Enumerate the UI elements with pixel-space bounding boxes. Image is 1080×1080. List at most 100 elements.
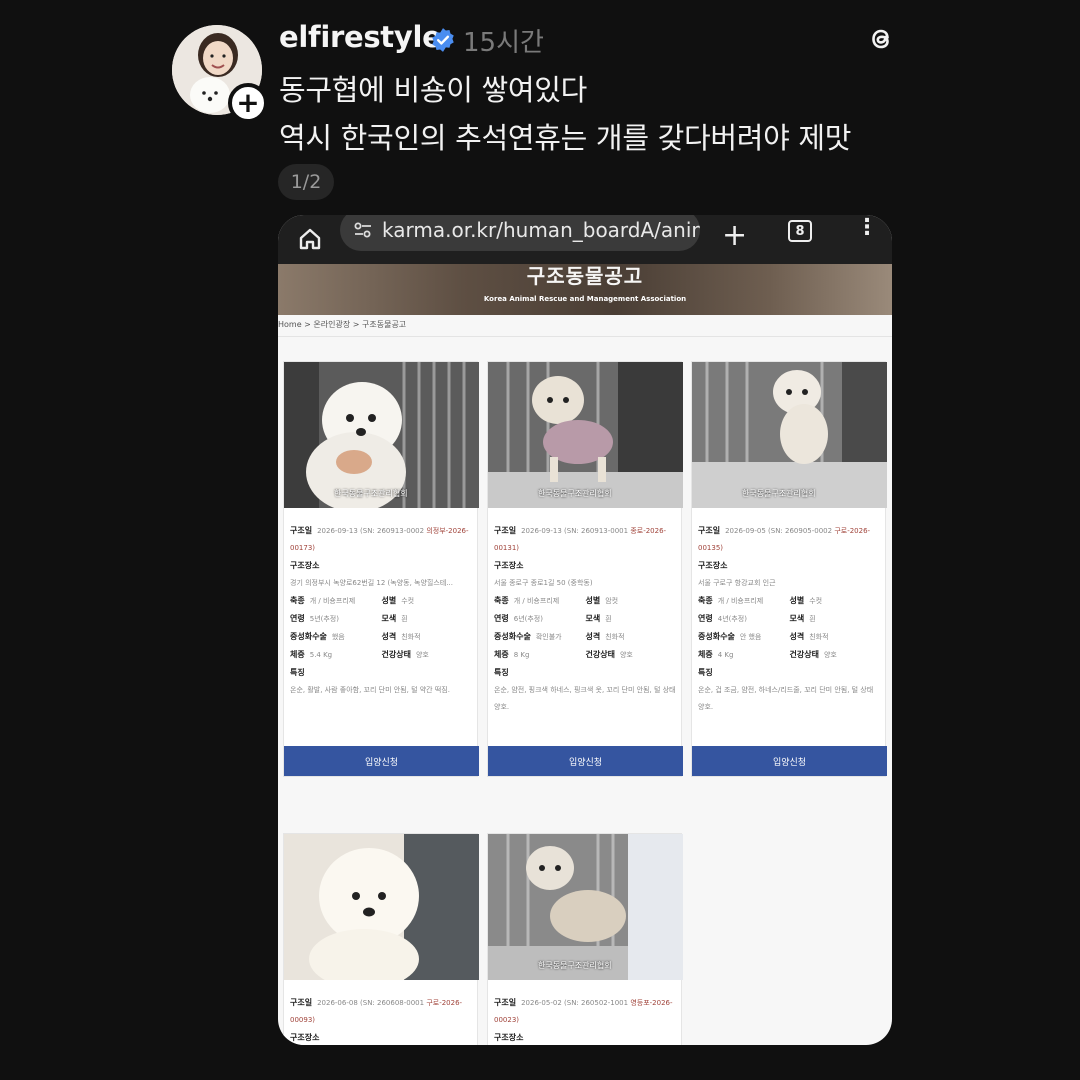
- breed-value: 개 / 비숑프리제: [309, 597, 356, 605]
- color-value: 흰: [401, 615, 408, 623]
- rescue-date: 2026-09-13: [521, 527, 562, 535]
- temperament-label: 성격: [381, 632, 397, 641]
- neuter-value: 했음: [331, 633, 345, 641]
- breadcrumb[interactable]: Home > 온라인광장 > 구조동물공고: [278, 319, 406, 330]
- animal-card[interactable]: 한국동물구조관리협회 구조일 2026-09-05 (SN: 260905-000…: [691, 361, 887, 777]
- browser-toolbar: karma.or.kr/human_boardA/anima + 8 ⋮: [278, 215, 892, 264]
- dog-photo[interactable]: 한국동물구조관리협회: [284, 362, 479, 508]
- serial-number: (SN: 260502-1001: [564, 999, 629, 1007]
- color-label: 모색: [789, 614, 805, 623]
- neuter-label: 중성화수술: [494, 632, 531, 641]
- health-value: 양호: [415, 651, 429, 659]
- rescue-date: 2026-06-08: [317, 999, 358, 1007]
- watermark: 한국동물구조관리협회: [538, 489, 612, 498]
- site-settings-icon[interactable]: [352, 219, 374, 241]
- sex-value: 수컷: [401, 597, 415, 605]
- banner-title: 구조동물공고: [526, 264, 644, 288]
- features-label: 특징: [290, 668, 305, 677]
- health-label: 건강상태: [381, 650, 411, 659]
- breed-label: 축종: [698, 596, 713, 605]
- post-image-screenshot[interactable]: karma.or.kr/human_boardA/anima + 8 ⋮ 구조동…: [278, 215, 892, 1045]
- features-value: 온순, 얌전, 핑크색 하네스, 핑크색 옷, 꼬리 단미 안됨, 털 상태 양…: [494, 686, 676, 711]
- weight-value: 8 Kg: [513, 651, 530, 659]
- animal-info: 구조일 2026-09-13 (SN: 260913-0001 종로-2026-0…: [494, 522, 677, 716]
- animal-info: 구조일 2026-09-13 (SN: 260913-0002 의정부-2026-…: [290, 522, 473, 699]
- watermark: 한국동물구조관리협회: [538, 961, 612, 970]
- animal-info: 구조일 2026-06-08 (SN: 260608-0001 구로-2026-0…: [290, 994, 473, 1045]
- weight-label: 체중: [698, 650, 713, 659]
- location-label: 구조장소: [494, 561, 524, 570]
- animal-card[interactable]: 한국동물구조관리협회 구조일 2026-05-02 (SN: 260502-100…: [487, 833, 683, 1045]
- sex-label: 성별: [789, 596, 805, 605]
- new-tab-icon[interactable]: +: [722, 221, 747, 251]
- url-bar[interactable]: karma.or.kr/human_boardA/anima: [340, 215, 700, 251]
- location-value: 경기 의정부시 녹양로62번길 12 (녹양동, 녹양힐스테...: [290, 579, 453, 587]
- age-label: 연령: [494, 614, 509, 623]
- serial-number: (SN: 260913-0001: [564, 527, 629, 535]
- temperament-label: 성격: [789, 632, 805, 641]
- neuter-value: 확인불가: [535, 633, 562, 641]
- age-label: 연령: [290, 614, 305, 623]
- breed-label: 축종: [494, 596, 509, 605]
- rescue-date: 2026-09-05: [725, 527, 766, 535]
- rescue-date-label: 구조일: [698, 526, 721, 535]
- serial-number: (SN: 260608-0001: [360, 999, 425, 1007]
- post-text-line-1: 동구협에 비숑이 쌓여있다: [279, 73, 588, 107]
- adopt-button[interactable]: 입양신청: [284, 746, 479, 776]
- features-label: 특징: [494, 668, 509, 677]
- animal-info: 구조일 2026-05-02 (SN: 260502-1001 영등포-2026-…: [494, 994, 677, 1045]
- location-label: 구조장소: [494, 1033, 524, 1042]
- sex-value: 암컷: [605, 597, 619, 605]
- tab-count-button[interactable]: 8: [788, 220, 812, 242]
- username[interactable]: elfirestyle: [279, 20, 442, 54]
- animal-card[interactable]: 한국동물구조관리협회 구조일 2026-09-13 (SN: 260913-000…: [487, 361, 683, 777]
- weight-value: 5.4 Kg: [309, 651, 333, 659]
- dog-photo[interactable]: 한국동물구조관리협회: [488, 834, 683, 980]
- rescue-date: 2026-05-02: [521, 999, 562, 1007]
- dog-photo[interactable]: 한국동물구조관리협회: [692, 362, 887, 508]
- weight-label: 체중: [494, 650, 509, 659]
- sex-label: 성별: [381, 596, 397, 605]
- features-label: 특징: [698, 668, 713, 677]
- temperament-value: 친화적: [605, 633, 625, 641]
- follow-plus-button[interactable]: +: [228, 83, 268, 123]
- location-label: 구조장소: [290, 561, 320, 570]
- rescue-date-label: 구조일: [494, 526, 517, 535]
- features-value: 온순, 겁 조금, 얌전, 하네스/리드줄, 꼬리 단미 안됨, 털 상태 양호…: [698, 686, 874, 711]
- weight-label: 체중: [290, 650, 305, 659]
- post-time: 15시간: [463, 28, 544, 58]
- rescue-date-label: 구조일: [290, 526, 313, 535]
- watermark: 한국동물구조관리협회: [742, 489, 816, 498]
- health-value: 양호: [823, 651, 837, 659]
- adopt-button[interactable]: 입양신청: [488, 746, 683, 776]
- color-value: 흰: [809, 615, 816, 623]
- rescue-date-label: 구조일: [290, 998, 313, 1007]
- age-value: 4년(추정): [717, 615, 747, 623]
- breed-value: 개 / 비숑프리제: [717, 597, 764, 605]
- adopt-button[interactable]: 입양신청: [692, 746, 887, 776]
- site-banner: 구조동물공고 Korea Animal Rescue and Managemen…: [278, 264, 892, 315]
- serial-number: (SN: 260913-0002: [360, 527, 425, 535]
- breed-value: 개 / 비숑프리제: [513, 597, 560, 605]
- neuter-value: 안 했음: [739, 633, 762, 641]
- serial-number: (SN: 260905-0002: [768, 527, 833, 535]
- neuter-label: 중성화수술: [290, 632, 327, 641]
- animal-card[interactable]: 한국동물구조관리협회 구조일 2026-09-13 (SN: 260913-000…: [283, 361, 479, 777]
- verified-badge-icon: [432, 28, 454, 52]
- sex-value: 수컷: [809, 597, 823, 605]
- image-page-indicator: 1/2: [278, 164, 334, 200]
- location-value: 서울 종로구 종로1길 50 (중학동): [494, 579, 593, 587]
- animal-card[interactable]: 구조일 2026-06-08 (SN: 260608-0001 구로-2026-0…: [283, 833, 479, 1045]
- watermark: 한국동물구조관리협회: [334, 489, 408, 498]
- dog-photo[interactable]: [284, 834, 479, 980]
- health-label: 건강상태: [789, 650, 819, 659]
- dog-photo[interactable]: 한국동물구조관리협회: [488, 362, 683, 508]
- home-icon[interactable]: [296, 225, 324, 253]
- more-menu-icon[interactable]: ⋮: [856, 217, 878, 239]
- features-value: 온순, 활발, 사람 좋아함, 꼬리 단미 안됨, 털 약간 떡짐.: [290, 686, 450, 694]
- animal-info: 구조일 2026-09-05 (SN: 260905-0002 구로-2026-0…: [698, 522, 881, 716]
- divider: [278, 336, 892, 337]
- location-label: 구조장소: [290, 1033, 320, 1042]
- threads-logo-icon[interactable]: [864, 22, 898, 56]
- location-value: 서울 구로구 항강교회 인근: [698, 579, 776, 587]
